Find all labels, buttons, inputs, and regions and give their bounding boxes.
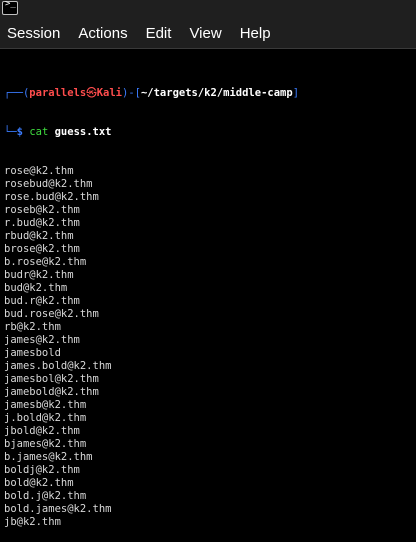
prompt-corner-top: ┌──(	[4, 87, 30, 99]
output-line: brose@k2.thm	[4, 243, 80, 255]
output-line: jamesbold	[4, 347, 61, 359]
output-line: budr@k2.thm	[4, 269, 74, 281]
output-line: jb@k2.thm	[4, 516, 61, 528]
output-line: rose@k2.thm	[4, 165, 74, 177]
menu-session[interactable]: Session	[7, 25, 60, 42]
output-line: bold.j@k2.thm	[4, 490, 87, 502]
prompt-line-top: ┌──(parallels㉿Kali)-[~/targets/k2/middle…	[4, 87, 416, 100]
command-output: rose@k2.thm rosebud@k2.thm rose.bud@k2.thm…	[4, 165, 416, 529]
output-line: james@k2.thm	[4, 334, 80, 346]
output-line: bud.r@k2.thm	[4, 295, 80, 307]
output-line: bud@k2.thm	[4, 282, 68, 294]
output-line: bjames@k2.thm	[4, 438, 87, 450]
command-name: cat	[29, 126, 49, 138]
prompt-bracket-mid: )-[	[122, 87, 141, 99]
output-line: rb@k2.thm	[4, 321, 61, 333]
prompt-user: parallels	[29, 87, 87, 99]
terminal-output[interactable]: ┌──(parallels㉿Kali)-[~/targets/k2/middle…	[0, 49, 416, 528]
prompt-path: ~/targets/k2/middle-camp	[140, 87, 293, 99]
output-line: james.bold@k2.thm	[4, 360, 112, 372]
title-strip: >_	[0, 0, 416, 18]
output-line: roseb@k2.thm	[4, 204, 80, 216]
prompt-corner-bottom: └─	[4, 126, 17, 138]
output-line: bud.rose@k2.thm	[4, 308, 99, 320]
output-line: jamebold@k2.thm	[4, 386, 99, 398]
output-line: rose.bud@k2.thm	[4, 191, 99, 203]
output-line: bold@k2.thm	[4, 477, 74, 489]
prompt-host: Kali	[96, 87, 122, 99]
prompt-bracket-end: ]	[292, 87, 300, 99]
menu-view[interactable]: View	[189, 25, 221, 42]
terminal-prompt-icon: >_	[5, 0, 16, 9]
output-line: b.james@k2.thm	[4, 451, 93, 463]
output-line: jamesb@k2.thm	[4, 399, 87, 411]
output-line: r.bud@k2.thm	[4, 217, 80, 229]
output-line: rbud@k2.thm	[4, 230, 74, 242]
output-line: rosebud@k2.thm	[4, 178, 93, 190]
prompt-line-bottom: └─$ cat guess.txt	[4, 126, 416, 139]
output-line: j.bold@k2.thm	[4, 412, 87, 424]
prompt-dollar: $	[16, 126, 23, 138]
menu-actions[interactable]: Actions	[78, 25, 127, 42]
menu-edit[interactable]: Edit	[146, 25, 172, 42]
output-line: bold.james@k2.thm	[4, 503, 112, 515]
menu-bar: Session Actions Edit View Help	[0, 18, 416, 48]
prompt-at-icon: ㉿	[86, 87, 97, 99]
menu-help[interactable]: Help	[240, 25, 271, 42]
output-line: jbold@k2.thm	[4, 425, 80, 437]
output-line: boldj@k2.thm	[4, 464, 80, 476]
command-argument: guess.txt	[54, 126, 112, 138]
output-line: jamesbol@k2.thm	[4, 373, 99, 385]
output-line: b.rose@k2.thm	[4, 256, 87, 268]
terminal-app-icon[interactable]: >_	[2, 0, 18, 15]
